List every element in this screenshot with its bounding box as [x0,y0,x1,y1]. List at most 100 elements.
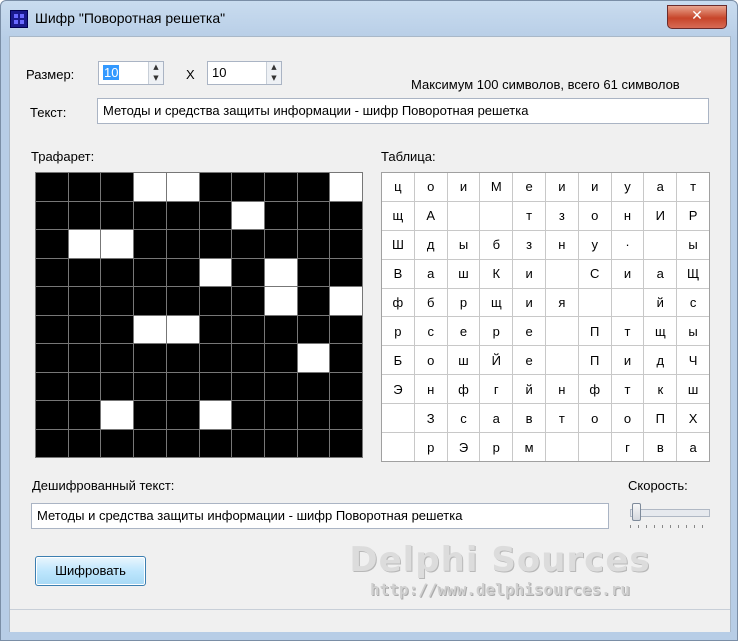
cols-value[interactable]: 10 [212,65,226,80]
stencil-cell[interactable] [232,372,264,400]
stencil-cell[interactable] [101,315,134,343]
slider-thumb[interactable] [632,503,641,521]
stencil-cell[interactable] [264,372,297,400]
rows-value[interactable]: 10 [103,65,120,80]
stencil-cell[interactable] [264,230,297,258]
stencil-cell[interactable] [330,401,362,429]
stencil-cell[interactable] [199,429,232,457]
stencil-cell[interactable] [330,315,362,343]
stencil-cell[interactable] [36,287,68,315]
stencil-cell[interactable] [36,315,68,343]
stencil-cell[interactable] [101,258,134,286]
stencil-hole[interactable] [232,201,264,229]
stencil-cell[interactable] [330,201,362,229]
stencil-hole[interactable] [134,173,166,201]
stencil-cell[interactable] [297,429,330,457]
stencil-cell[interactable] [68,173,101,201]
rows-spin-arrows[interactable]: ▲ ▼ [148,62,163,84]
stencil-hole[interactable] [101,401,134,429]
stencil-cell[interactable] [101,287,134,315]
stencil-cell[interactable] [36,401,68,429]
stencil-cell[interactable] [36,201,68,229]
stencil-cell[interactable] [101,344,134,372]
stencil-cell[interactable] [199,201,232,229]
stencil-cell[interactable] [134,372,166,400]
stencil-cell[interactable] [232,173,264,201]
spin-down-icon[interactable]: ▼ [149,73,163,84]
stencil-cell[interactable] [166,372,199,400]
stencil-cell[interactable] [36,258,68,286]
stencil-cell[interactable] [68,201,101,229]
text-input[interactable]: Методы и средства защиты информации - ши… [97,98,709,124]
stencil-cell[interactable] [232,258,264,286]
stencil-hole[interactable] [166,315,199,343]
stencil-cell[interactable] [166,429,199,457]
stencil-cell[interactable] [101,429,134,457]
stencil-cell[interactable] [68,258,101,286]
stencil-hole[interactable] [101,230,134,258]
stencil-cell[interactable] [101,201,134,229]
stencil-cell[interactable] [134,258,166,286]
stencil-cell[interactable] [330,372,362,400]
stencil-cell[interactable] [199,315,232,343]
cols-spinbox[interactable]: 10 ▲ ▼ [207,61,282,85]
stencil-cell[interactable] [232,287,264,315]
close-button[interactable]: ✕ [667,5,727,29]
stencil-cell[interactable] [68,344,101,372]
stencil-cell[interactable] [68,315,101,343]
stencil-hole[interactable] [199,258,232,286]
stencil-hole[interactable] [68,230,101,258]
stencil-cell[interactable] [36,344,68,372]
stencil-cell[interactable] [134,344,166,372]
stencil-cell[interactable] [232,401,264,429]
stencil-cell[interactable] [134,201,166,229]
stencil-hole[interactable] [264,287,297,315]
stencil-cell[interactable] [297,230,330,258]
stencil-hole[interactable] [199,401,232,429]
stencil-cell[interactable] [232,429,264,457]
stencil-cell[interactable] [330,344,362,372]
stencil-hole[interactable] [134,315,166,343]
stencil-cell[interactable] [166,344,199,372]
stencil-cell[interactable] [166,201,199,229]
stencil-cell[interactable] [134,401,166,429]
stencil-hole[interactable] [297,344,330,372]
spin-up-icon[interactable]: ▲ [267,62,281,73]
speed-slider[interactable] [626,503,710,528]
stencil-cell[interactable] [264,401,297,429]
stencil-cell[interactable] [297,287,330,315]
stencil-cell[interactable] [68,429,101,457]
stencil-cell[interactable] [166,258,199,286]
stencil-cell[interactable] [166,287,199,315]
cols-spin-arrows[interactable]: ▲ ▼ [266,62,281,84]
stencil-cell[interactable] [330,429,362,457]
stencil-cell[interactable] [166,230,199,258]
stencil-cell[interactable] [166,401,199,429]
stencil-hole[interactable] [264,258,297,286]
stencil-cell[interactable] [36,173,68,201]
stencil-cell[interactable] [101,173,134,201]
stencil-cell[interactable] [68,372,101,400]
stencil-cell[interactable] [264,315,297,343]
stencil-cell[interactable] [330,230,362,258]
stencil-cell[interactable] [199,344,232,372]
rows-spinbox[interactable]: 10 ▲ ▼ [98,61,164,85]
stencil-cell[interactable] [134,287,166,315]
stencil-cell[interactable] [36,372,68,400]
stencil-grid[interactable] [35,172,363,458]
stencil-cell[interactable] [199,372,232,400]
stencil-cell[interactable] [264,173,297,201]
stencil-hole[interactable] [330,173,362,201]
stencil-cell[interactable] [36,429,68,457]
spin-up-icon[interactable]: ▲ [149,62,163,73]
stencil-cell[interactable] [36,230,68,258]
stencil-cell[interactable] [199,287,232,315]
stencil-cell[interactable] [232,230,264,258]
decrypted-output[interactable]: Методы и средства защиты информации - ши… [31,503,609,529]
stencil-cell[interactable] [297,315,330,343]
stencil-cell[interactable] [297,201,330,229]
stencil-cell[interactable] [134,230,166,258]
stencil-cell[interactable] [232,315,264,343]
stencil-cell[interactable] [264,344,297,372]
stencil-cell[interactable] [232,344,264,372]
